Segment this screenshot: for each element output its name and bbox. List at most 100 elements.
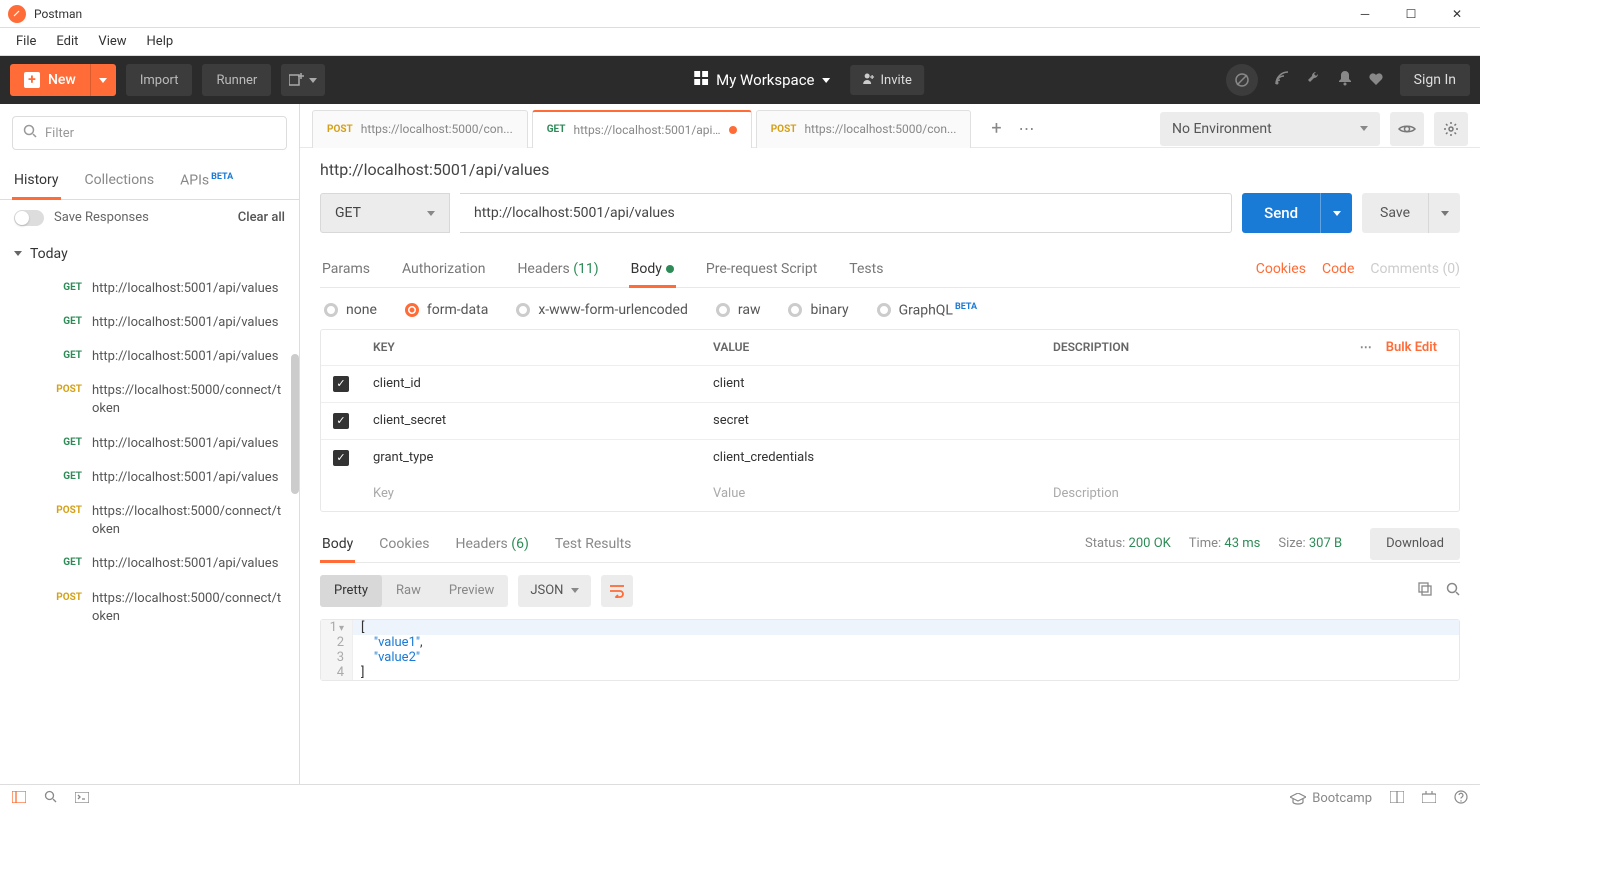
sync-off-icon[interactable] bbox=[1226, 64, 1258, 96]
body-type-xwww[interactable]: x-www-form-urlencoded bbox=[516, 302, 688, 318]
request-tab[interactable]: GEThttps://localhost:5001/api/v... bbox=[532, 110, 752, 148]
tab-options-button[interactable]: ⋯ bbox=[1011, 119, 1041, 138]
menu-edit[interactable]: Edit bbox=[46, 30, 88, 53]
view-preview[interactable]: Preview bbox=[435, 575, 508, 607]
key-cell[interactable]: grant_type bbox=[361, 440, 701, 476]
sidebar-toggle-icon[interactable] bbox=[12, 791, 26, 807]
tab-headers[interactable]: Headers (11) bbox=[515, 251, 600, 287]
environment-view-icon[interactable] bbox=[1390, 112, 1424, 146]
history-item[interactable]: GEThttp://localhost:5001/api/values bbox=[0, 461, 299, 495]
clear-all-link[interactable]: Clear all bbox=[238, 210, 285, 225]
cookies-link[interactable]: Cookies bbox=[1256, 261, 1306, 277]
body-type-formdata[interactable]: form-data bbox=[405, 302, 488, 318]
new-dropdown[interactable] bbox=[90, 64, 116, 96]
history-item[interactable]: GEThttp://localhost:5001/api/values bbox=[0, 427, 299, 461]
save-dropdown[interactable] bbox=[1428, 193, 1460, 233]
value-cell[interactable]: client bbox=[701, 366, 1041, 402]
close-button[interactable]: ✕ bbox=[1434, 0, 1480, 28]
minimize-button[interactable]: ─ bbox=[1342, 0, 1388, 28]
save-button[interactable]: Save bbox=[1362, 193, 1428, 233]
response-tab-headers[interactable]: Headers (6) bbox=[453, 526, 530, 562]
history-item[interactable]: GEThttp://localhost:5001/api/values bbox=[0, 547, 299, 581]
body-type-raw[interactable]: raw bbox=[716, 302, 761, 318]
tab-body[interactable]: Body bbox=[629, 251, 676, 287]
format-selector[interactable]: JSON bbox=[518, 575, 591, 607]
tab-params[interactable]: Params bbox=[320, 251, 372, 287]
desc-cell[interactable] bbox=[1041, 366, 1459, 402]
history-item[interactable]: POSThttps://localhost:5000/connect/token bbox=[0, 582, 299, 634]
import-button[interactable]: Import bbox=[126, 64, 193, 96]
history-item[interactable]: GEThttp://localhost:5001/api/values bbox=[0, 340, 299, 374]
menu-view[interactable]: View bbox=[88, 30, 136, 53]
heart-icon[interactable] bbox=[1368, 71, 1384, 90]
menu-help[interactable]: Help bbox=[137, 30, 184, 53]
view-pretty[interactable]: Pretty bbox=[320, 575, 382, 607]
new-button[interactable]: + New bbox=[10, 64, 90, 96]
row-checkbox[interactable]: ✓ bbox=[333, 413, 349, 429]
search-response-icon[interactable] bbox=[1446, 582, 1460, 600]
workspace-selector[interactable]: My Workspace bbox=[686, 71, 838, 89]
runner-button[interactable]: Runner bbox=[202, 64, 271, 96]
tab-tests[interactable]: Tests bbox=[847, 251, 885, 287]
invite-button[interactable]: Invite bbox=[851, 65, 924, 95]
body-type-none[interactable]: none bbox=[324, 302, 377, 318]
maximize-button[interactable]: ☐ bbox=[1388, 0, 1434, 28]
view-raw[interactable]: Raw bbox=[382, 575, 435, 607]
value-cell[interactable]: client_credentials bbox=[701, 440, 1041, 476]
request-tab[interactable]: POSThttps://localhost:5000/con... bbox=[756, 110, 972, 148]
method-selector[interactable]: GET bbox=[320, 193, 450, 233]
response-body[interactable]: 1▾[ 2 "value1", 3 "value2" 4] bbox=[320, 619, 1460, 681]
environment-settings-icon[interactable] bbox=[1434, 112, 1468, 146]
key-cell[interactable]: client_id bbox=[361, 366, 701, 402]
sidebar-scrollbar[interactable] bbox=[291, 354, 299, 494]
history-group-toggle[interactable]: Today bbox=[0, 236, 299, 272]
desc-cell[interactable] bbox=[1041, 403, 1459, 439]
tab-authorization[interactable]: Authorization bbox=[400, 251, 487, 287]
menu-file[interactable]: File bbox=[6, 30, 46, 53]
open-new-icon[interactable] bbox=[281, 64, 325, 96]
copy-icon[interactable] bbox=[1418, 582, 1432, 600]
comments-link[interactable]: Comments (0) bbox=[1370, 261, 1460, 277]
panels-icon[interactable] bbox=[1390, 791, 1404, 807]
new-key-input[interactable]: Key bbox=[361, 476, 701, 511]
body-type-graphql[interactable]: GraphQLBETA bbox=[877, 302, 977, 319]
environment-selector[interactable]: No Environment bbox=[1160, 112, 1380, 146]
new-tab-button[interactable]: + bbox=[981, 114, 1011, 144]
filter-input[interactable]: Filter bbox=[12, 116, 287, 150]
history-item[interactable]: GEThttp://localhost:5001/api/values bbox=[0, 306, 299, 340]
help-icon[interactable] bbox=[1454, 790, 1468, 808]
new-value-input[interactable]: Value bbox=[701, 476, 1041, 511]
response-tab-cookies[interactable]: Cookies bbox=[377, 526, 431, 562]
wrap-lines-icon[interactable] bbox=[601, 575, 633, 607]
history-item[interactable]: POSThttps://localhost:5000/connect/token bbox=[0, 495, 299, 547]
send-button[interactable]: Send bbox=[1242, 193, 1320, 233]
console-icon[interactable] bbox=[75, 791, 89, 807]
history-item[interactable]: GEThttp://localhost:5001/api/values bbox=[0, 272, 299, 306]
url-input[interactable]: http://localhost:5001/api/values bbox=[460, 193, 1232, 233]
response-tab-tests[interactable]: Test Results bbox=[553, 526, 634, 562]
bell-icon[interactable] bbox=[1338, 70, 1352, 90]
response-tab-body[interactable]: Body bbox=[320, 526, 355, 562]
wrench-icon[interactable] bbox=[1306, 70, 1322, 90]
tab-prerequest[interactable]: Pre-request Script bbox=[704, 251, 819, 287]
history-item[interactable]: POSThttps://localhost:5000/connect/token bbox=[0, 374, 299, 426]
sidebar-tab-collections[interactable]: Collections bbox=[83, 162, 157, 199]
code-link[interactable]: Code bbox=[1322, 261, 1354, 277]
find-icon[interactable] bbox=[44, 790, 57, 807]
key-cell[interactable]: client_secret bbox=[361, 403, 701, 439]
new-desc-input[interactable]: Description bbox=[1041, 476, 1459, 511]
satellite-icon[interactable] bbox=[1274, 70, 1290, 90]
row-checkbox[interactable]: ✓ bbox=[333, 376, 349, 392]
sidebar-tab-history[interactable]: History bbox=[12, 162, 61, 199]
value-cell[interactable]: secret bbox=[701, 403, 1041, 439]
signin-button[interactable]: Sign In bbox=[1400, 64, 1470, 96]
bootcamp-link[interactable]: Bootcamp bbox=[1290, 791, 1372, 806]
table-more-icon[interactable]: ⋯ bbox=[1360, 340, 1372, 354]
bulk-edit-link[interactable]: Bulk Edit bbox=[1386, 340, 1437, 355]
request-tab[interactable]: POSThttps://localhost:5000/con... bbox=[312, 110, 528, 148]
body-type-binary[interactable]: binary bbox=[788, 302, 848, 318]
send-dropdown[interactable] bbox=[1320, 193, 1352, 233]
sidebar-tab-apis[interactable]: APIsBETA bbox=[178, 162, 235, 199]
shortcuts-icon[interactable] bbox=[1422, 791, 1436, 807]
desc-cell[interactable] bbox=[1041, 440, 1459, 476]
